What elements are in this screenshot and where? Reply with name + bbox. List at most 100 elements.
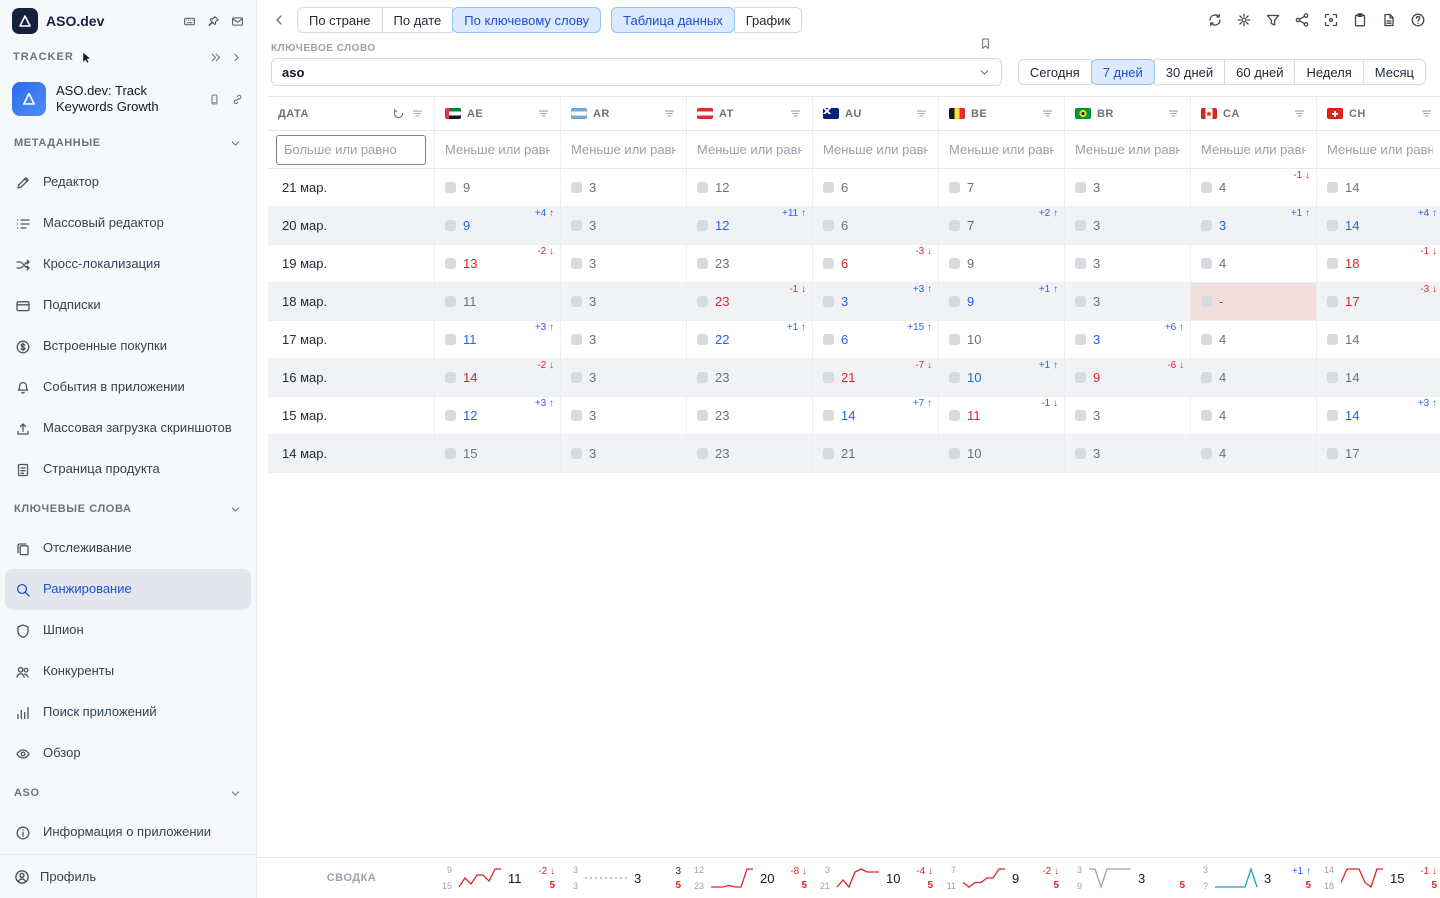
rank-cell: 9+4 ↑ <box>435 207 561 244</box>
sidebar-item[interactable]: Ранжирование <box>5 569 251 610</box>
profile-bar[interactable]: Профиль <box>0 854 256 898</box>
rank-filter-input[interactable] <box>443 142 552 157</box>
sidebar-section-header[interactable]: МЕТАДАННЫЕ <box>0 124 256 162</box>
view-tab[interactable]: График <box>734 7 802 33</box>
tracked-app-card[interactable]: ASO.dev: Track Keywords Growth <box>0 72 256 124</box>
sidebar-item[interactable]: Поиск приложений <box>5 692 251 733</box>
share-icon[interactable] <box>1294 12 1310 28</box>
sidebar-item[interactable]: Шпион <box>5 610 251 651</box>
rank-filter-input[interactable] <box>695 142 804 157</box>
change-badge: -3 ↓ <box>1420 284 1437 295</box>
column-menu-icon[interactable] <box>1041 107 1054 120</box>
column-menu-icon[interactable] <box>915 107 928 120</box>
sidebar-item[interactable]: События в приложении <box>5 367 251 408</box>
rank-filter-input[interactable] <box>569 142 678 157</box>
export-icon[interactable] <box>1381 12 1397 28</box>
rank-filter-input[interactable] <box>947 142 1056 157</box>
app-icon <box>571 296 582 307</box>
column-menu-icon[interactable] <box>537 107 550 120</box>
app-icon <box>1075 334 1086 345</box>
rank-cell: 12 <box>687 169 813 206</box>
view-tab[interactable]: Таблица данных <box>611 7 735 33</box>
phone-icon[interactable] <box>208 93 221 106</box>
column-header-ca: CA <box>1191 97 1317 131</box>
period-button[interactable]: Неделя <box>1294 59 1363 85</box>
best-value: 3 <box>1203 865 1208 875</box>
rank-filter-input[interactable] <box>1325 142 1435 157</box>
pin-icon[interactable] <box>207 15 220 28</box>
cursor-icon <box>80 51 93 64</box>
sidebar-item[interactable]: Подписки <box>5 285 251 326</box>
column-menu-icon[interactable] <box>663 107 676 120</box>
column-menu-icon[interactable] <box>789 107 802 120</box>
column-menu-icon[interactable] <box>1420 107 1433 120</box>
app-icon <box>1327 410 1338 421</box>
help-icon[interactable] <box>1410 12 1426 28</box>
settings-icon[interactable] <box>1236 12 1252 28</box>
brand-logo <box>12 8 38 34</box>
tracker-actions <box>209 51 243 64</box>
keyboard-icon[interactable] <box>183 15 196 28</box>
period-button[interactable]: 60 дней <box>1224 59 1295 85</box>
rank-value: 17 <box>1345 446 1359 461</box>
clipboard-icon[interactable] <box>1352 12 1368 28</box>
summary-sparkline <box>1339 866 1385 890</box>
sidebar-item[interactable]: Массовая загрузка скриншотов <box>5 408 251 449</box>
column-menu-icon[interactable] <box>411 107 424 120</box>
period-button[interactable]: 7 дней <box>1091 59 1155 85</box>
change-badge: +4 ↑ <box>535 208 554 219</box>
sidebar-item[interactable]: Редактор <box>5 162 251 203</box>
column-menu-icon[interactable] <box>1167 107 1180 120</box>
sidebar-item[interactable]: Отслеживание <box>5 528 251 569</box>
scan-icon[interactable] <box>1323 12 1339 28</box>
mail-icon[interactable] <box>231 15 244 28</box>
period-button[interactable]: Сегодня <box>1018 59 1092 85</box>
summary-extra-value: 5 <box>927 880 933 891</box>
summary-extra-value: 5 <box>801 880 807 891</box>
chevron-right-icon[interactable] <box>230 51 243 64</box>
refresh-icon[interactable] <box>392 107 405 120</box>
column-menu-icon[interactable] <box>1293 107 1306 120</box>
change-badge: +6 ↑ <box>1165 322 1184 333</box>
app-icon <box>949 182 960 193</box>
rank-filter-input[interactable] <box>1073 142 1182 157</box>
sidebar-item-label: Массовый редактор <box>43 215 164 231</box>
rank-cell: 7 <box>939 169 1065 206</box>
period-button[interactable]: Месяц <box>1363 59 1426 85</box>
rank-filter-input[interactable] <box>1199 142 1308 157</box>
back-button[interactable] <box>271 12 287 28</box>
toolbar-tab[interactable]: По дате <box>382 7 454 33</box>
app-icon <box>445 296 456 307</box>
sync-icon[interactable] <box>1207 12 1223 28</box>
sidebar-item[interactable]: Массовый редактор <box>5 203 251 244</box>
link-icon[interactable] <box>231 93 244 106</box>
summary-sparkline <box>1213 866 1259 890</box>
rank-value: 14 <box>1345 180 1359 195</box>
rank-value: 14 <box>1345 370 1359 385</box>
period-selector: Сегодня7 дней30 дней60 днейНеделяМесяц <box>1018 59 1426 85</box>
worst-value: 23 <box>694 881 704 891</box>
sidebar-item[interactable]: Кросс-локализация <box>5 244 251 285</box>
sidebar-item[interactable]: Встроенные покупки <box>5 326 251 367</box>
table-area: ДАТАAEARATAUBEBRCACH 21 мар.93126734-1 ↓… <box>257 96 1440 857</box>
app-icon <box>823 220 834 231</box>
sidebar-item[interactable]: Обзор <box>5 733 251 774</box>
rank-value: 3 <box>1093 446 1100 461</box>
filter-icon[interactable] <box>1265 12 1281 28</box>
sidebar-item[interactable]: Конкуренты <box>5 651 251 692</box>
toolbar-tab[interactable]: По ключевому слову <box>452 7 601 33</box>
sidebar-item[interactable]: Информация о приложении <box>5 812 251 853</box>
toolbar-tab[interactable]: По стране <box>297 7 383 33</box>
app-icon <box>571 372 582 383</box>
rank-filter-input[interactable] <box>821 142 930 157</box>
chevrons-right-icon[interactable] <box>209 51 222 64</box>
date-value: 16 мар. <box>282 370 327 385</box>
sidebar-section-header[interactable]: КЛЮЧЕВЫЕ СЛОВА <box>0 490 256 528</box>
sidebar-section-header[interactable]: ASO <box>0 774 256 812</box>
sidebar-item[interactable]: Страница продукта <box>5 449 251 490</box>
rank-value: 14 <box>463 370 477 385</box>
bookmark-icon[interactable] <box>979 37 992 50</box>
date-filter-input[interactable] <box>276 135 426 165</box>
keyword-select[interactable]: aso <box>271 58 1002 86</box>
period-button[interactable]: 30 дней <box>1154 59 1225 85</box>
